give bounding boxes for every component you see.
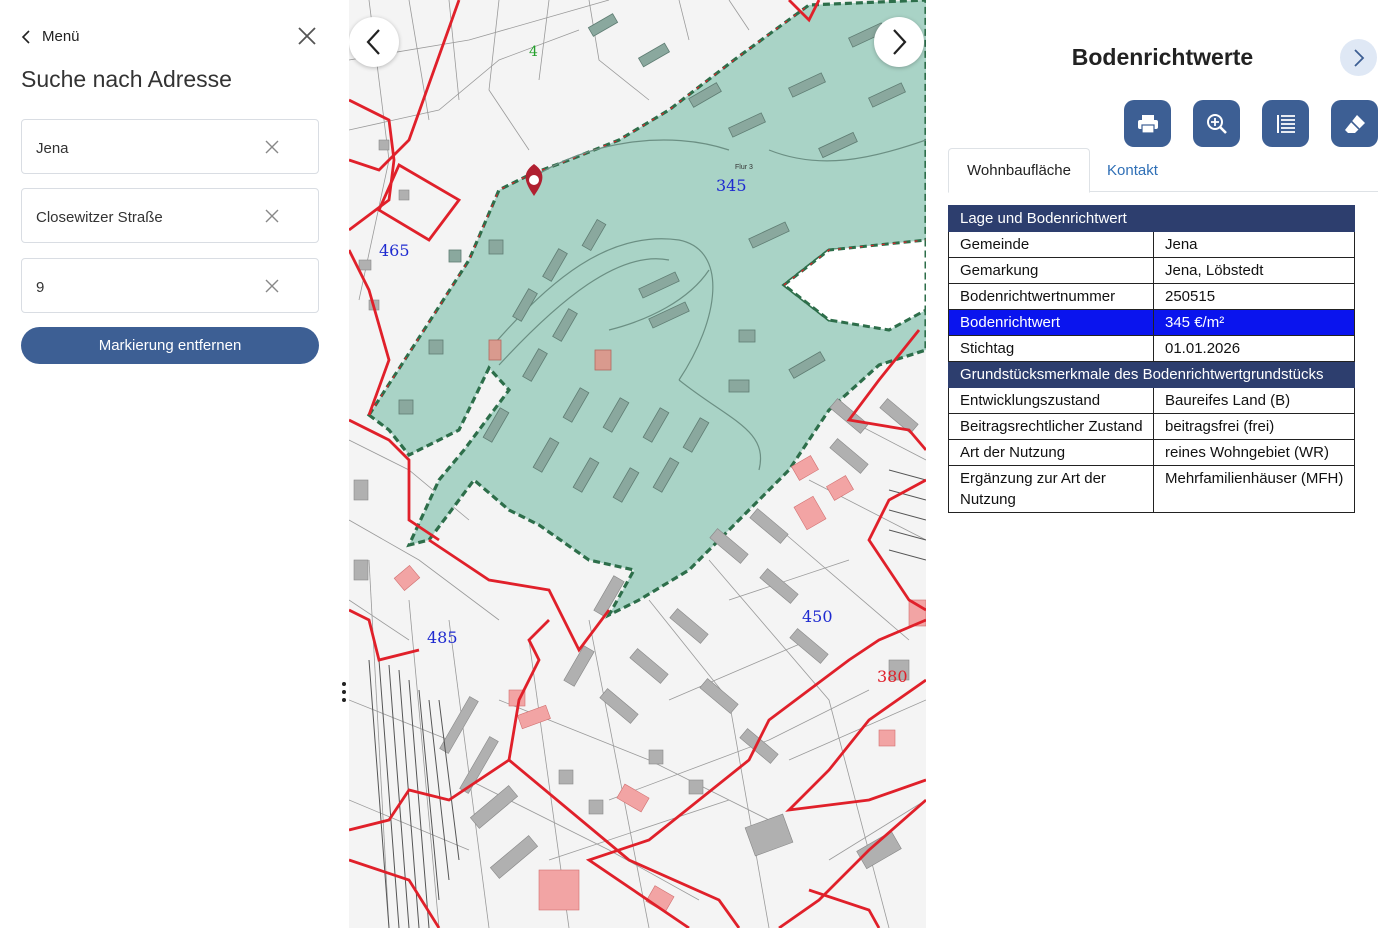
sidebar-title: Suche nach Adresse (21, 66, 232, 92)
zoom-button[interactable] (1193, 100, 1240, 147)
panel-next-button[interactable] (1340, 39, 1377, 76)
eraser-icon (1344, 114, 1365, 133)
row-value: Mehrfamilienhäuser (MFH) (1153, 465, 1355, 513)
eraser-button[interactable] (1331, 100, 1378, 147)
row-key: Ergänzung zur Art der Nutzung (948, 465, 1154, 513)
chevron-right-icon (1353, 48, 1364, 67)
map-label-345: 345 (716, 176, 747, 195)
row-key: Bodenrichtwert (948, 309, 1154, 336)
row-value: Baureifes Land (B) (1153, 387, 1355, 414)
table-row: Gemarkung Jena, Löbstedt (948, 257, 1355, 284)
street-value: Closewitzer Straße (36, 209, 163, 226)
map-prev-button[interactable] (349, 17, 399, 67)
land-value-table: Lage und Bodenrichtwert Gemeinde Jena Ge… (948, 205, 1355, 513)
row-value: 01.01.2026 (1153, 335, 1355, 362)
table-section-header: Grundstücksmerkmale des Bodenrichtwertgr… (948, 361, 1355, 388)
search-sidebar: Menü Suche nach Adresse Jena Closewitzer… (0, 0, 349, 928)
map-label-485: 485 (427, 628, 458, 647)
table-row: Beitragsrechtlicher Zustand beitragsfrei… (948, 413, 1355, 440)
section-header-features: Grundstücksmerkmale des Bodenrichtwertgr… (948, 361, 1355, 388)
table-row: Stichtag 01.01.2026 (948, 335, 1355, 362)
chevron-left-icon (366, 29, 380, 55)
row-key: Gemarkung (948, 257, 1154, 284)
row-value: 345 €/m² (1153, 309, 1355, 336)
map-label-4: 4 (529, 44, 538, 60)
house-number-value: 9 (36, 279, 45, 296)
row-value: Jena (1153, 231, 1355, 258)
row-key: Entwicklungszustand (948, 387, 1154, 414)
legend-button[interactable] (1262, 100, 1309, 147)
tab-wohnbauflaeche[interactable]: Wohnbaufläche (948, 148, 1090, 193)
row-key: Stichtag (948, 335, 1154, 362)
row-key: Art der Nutzung (948, 439, 1154, 466)
zoom-in-icon (1206, 113, 1227, 134)
row-value: 250515 (1153, 283, 1355, 310)
city-value: Jena (36, 140, 69, 157)
menu-back-label: Menü (42, 28, 80, 45)
cadastral-map[interactable]: 345 465 485 450 380 4 Flur 3 (349, 0, 926, 928)
print-button[interactable] (1124, 100, 1171, 147)
map-next-button[interactable] (874, 17, 924, 67)
printer-icon (1137, 114, 1158, 134)
left-resize-handle[interactable] (341, 682, 347, 706)
map-canvas[interactable] (349, 0, 926, 928)
panel-title: Bodenrichtwerte (1071, 44, 1254, 70)
table-section-header: Lage und Bodenrichtwert (948, 205, 1355, 232)
map-label-flur: Flur 3 (735, 164, 753, 171)
clear-city-icon[interactable] (264, 139, 280, 155)
menu-back-button[interactable]: Menü (20, 28, 80, 45)
row-value: reines Wohngebiet (WR) (1153, 439, 1355, 466)
close-sidebar-button[interactable] (295, 24, 319, 48)
table-row: Bodenrichtwertnummer 250515 (948, 283, 1355, 310)
house-number-field[interactable]: 9 (21, 258, 319, 313)
panel-tabs: Wohnbaufläche Kontakt (948, 148, 1378, 193)
table-row: Ergänzung zur Art der Nutzung Mehrfamili… (948, 465, 1355, 513)
map-label-450: 450 (802, 607, 833, 626)
remove-marker-button[interactable]: Markierung entfernen (21, 327, 319, 364)
row-value: beitragsfrei (frei) (1153, 413, 1355, 440)
row-key: Bodenrichtwertnummer (948, 283, 1154, 310)
table-row-highlighted: Bodenrichtwert 345 €/m² (948, 309, 1355, 336)
map-label-380: 380 (877, 667, 908, 686)
chevron-right-icon (893, 29, 907, 55)
table-row: Art der Nutzung reines Wohngebiet (WR) (948, 439, 1355, 466)
section-header-location: Lage und Bodenrichtwert (948, 205, 1355, 232)
clear-house-number-icon[interactable] (264, 278, 280, 294)
city-field[interactable]: Jena (21, 119, 319, 174)
clear-street-icon[interactable] (264, 208, 280, 224)
list-icon (1276, 114, 1295, 133)
info-panel: Bodenrichtwerte Wohnbaufläche Kontakt La… (926, 0, 1399, 928)
row-key: Beitragsrechtlicher Zustand (948, 413, 1154, 440)
row-value: Jena, Löbstedt (1153, 257, 1355, 284)
table-row: Entwicklungszustand Baureifes Land (B) (948, 387, 1355, 414)
tab-kontakt[interactable]: Kontakt (1089, 148, 1176, 192)
street-field[interactable]: Closewitzer Straße (21, 188, 319, 243)
table-row: Gemeinde Jena (948, 231, 1355, 258)
map-label-465: 465 (379, 241, 410, 260)
chevron-left-icon (21, 29, 30, 44)
close-icon (298, 27, 316, 45)
row-key: Gemeinde (948, 231, 1154, 258)
